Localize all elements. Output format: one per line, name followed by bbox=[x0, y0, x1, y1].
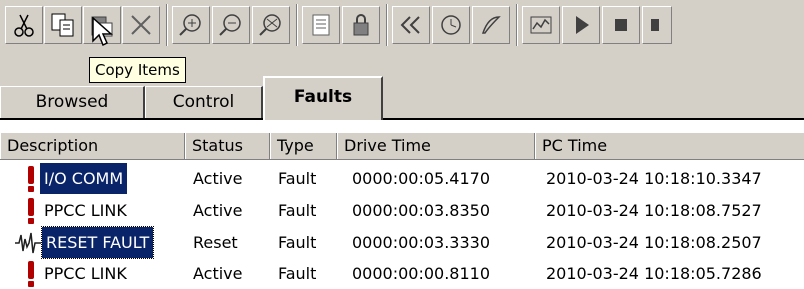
cell-type: Fault bbox=[278, 169, 317, 188]
tab-divider bbox=[0, 118, 804, 120]
lock-button[interactable] bbox=[342, 6, 380, 44]
cell-status: Reset bbox=[193, 233, 238, 252]
table-row[interactable]: PPCC LINK Active Fault 0000:00:03.8350 2… bbox=[0, 195, 804, 226]
tooltip: Copy Items bbox=[89, 57, 186, 83]
table-header: Description Status Type Drive Time PC Ti… bbox=[0, 133, 804, 160]
delete-button[interactable] bbox=[122, 6, 160, 44]
overflow-button[interactable] bbox=[642, 6, 672, 44]
rewind-button[interactable] bbox=[392, 6, 430, 44]
cell-pc-time: 2010-03-24 10:18:08.7527 bbox=[546, 201, 762, 220]
edit-button[interactable] bbox=[472, 6, 510, 44]
clock-button[interactable] bbox=[432, 6, 470, 44]
table-row[interactable]: I/O COMM Active Fault 0000:00:05.4170 20… bbox=[0, 163, 804, 194]
stop-button[interactable] bbox=[602, 6, 640, 44]
tab-control[interactable]: Control bbox=[145, 86, 263, 118]
tab-browsed[interactable]: Browsed bbox=[0, 86, 145, 118]
toolbar-separator bbox=[516, 4, 518, 46]
cell-status: Active bbox=[193, 169, 243, 188]
cell-drive-time: 0000:00:03.8350 bbox=[352, 201, 491, 220]
play-button[interactable] bbox=[562, 6, 600, 44]
toolbar-separator bbox=[386, 4, 388, 46]
cell-description: I/O COMM bbox=[40, 163, 128, 194]
copy-button[interactable] bbox=[44, 6, 82, 44]
import-button[interactable] bbox=[302, 6, 340, 44]
cell-description: RESET FAULT bbox=[40, 226, 155, 259]
cell-type: Fault bbox=[278, 201, 317, 220]
fault-exclamation-icon bbox=[28, 261, 34, 287]
cell-pc-time: 2010-03-24 10:18:10.3347 bbox=[546, 169, 762, 188]
cut-button[interactable] bbox=[5, 6, 43, 44]
play-icon bbox=[576, 16, 589, 34]
cell-description: PPCC LINK bbox=[44, 201, 127, 220]
cell-description: PPCC LINK bbox=[44, 264, 127, 283]
tab-faults[interactable]: Faults bbox=[263, 76, 383, 120]
column-header-status[interactable]: Status bbox=[185, 133, 270, 159]
edit-icon bbox=[481, 16, 501, 34]
cell-drive-time: 0000:00:03.3330 bbox=[352, 233, 491, 252]
cell-type: Fault bbox=[278, 264, 317, 283]
chart-button[interactable] bbox=[522, 6, 560, 44]
zoom-reset-button[interactable] bbox=[252, 6, 290, 44]
cell-status: Active bbox=[193, 264, 243, 283]
rewind-icon bbox=[400, 16, 420, 34]
column-header-type[interactable]: Type bbox=[270, 133, 337, 159]
zoom-reset-icon bbox=[259, 14, 281, 36]
cell-type: Fault bbox=[278, 233, 317, 252]
fault-exclamation-icon bbox=[28, 198, 34, 224]
cell-pc-time: 2010-03-24 10:18:05.7286 bbox=[546, 264, 762, 283]
stop-icon bbox=[615, 19, 627, 31]
clock-icon bbox=[441, 15, 461, 35]
toolbar-separator bbox=[296, 4, 298, 46]
overflow-icon bbox=[651, 19, 659, 31]
cell-status: Active bbox=[193, 201, 243, 220]
cut-icon bbox=[14, 14, 34, 37]
column-header-drive-time[interactable]: Drive Time bbox=[337, 133, 535, 159]
column-header-pc-time[interactable]: PC Time bbox=[535, 133, 804, 159]
table-row[interactable]: RESET FAULT Reset Fault 0000:00:03.3330 … bbox=[0, 226, 804, 259]
zoom-out-button[interactable] bbox=[212, 6, 250, 44]
import-icon bbox=[312, 14, 330, 36]
zoom-in-icon bbox=[179, 14, 201, 36]
cell-drive-time: 0000:00:05.4170 bbox=[352, 169, 491, 188]
cell-pc-time: 2010-03-24 10:18:08.2507 bbox=[546, 233, 762, 252]
lock-icon bbox=[353, 14, 369, 36]
table-row[interactable]: PPCC LINK Active Fault 0000:00:00.8110 2… bbox=[0, 258, 804, 289]
mouse-cursor-icon bbox=[92, 17, 113, 47]
copy-icon bbox=[51, 13, 74, 37]
column-header-description[interactable]: Description bbox=[0, 133, 185, 159]
delete-icon bbox=[131, 15, 151, 35]
chart-icon bbox=[530, 16, 552, 34]
zoom-in-button[interactable] bbox=[172, 6, 210, 44]
cell-drive-time: 0000:00:00.8110 bbox=[352, 264, 491, 283]
fault-exclamation-icon bbox=[28, 166, 34, 192]
zoom-out-icon bbox=[219, 14, 241, 36]
toolbar-separator bbox=[166, 4, 168, 46]
reset-signal-icon bbox=[15, 232, 41, 254]
toolbar bbox=[0, 0, 804, 53]
